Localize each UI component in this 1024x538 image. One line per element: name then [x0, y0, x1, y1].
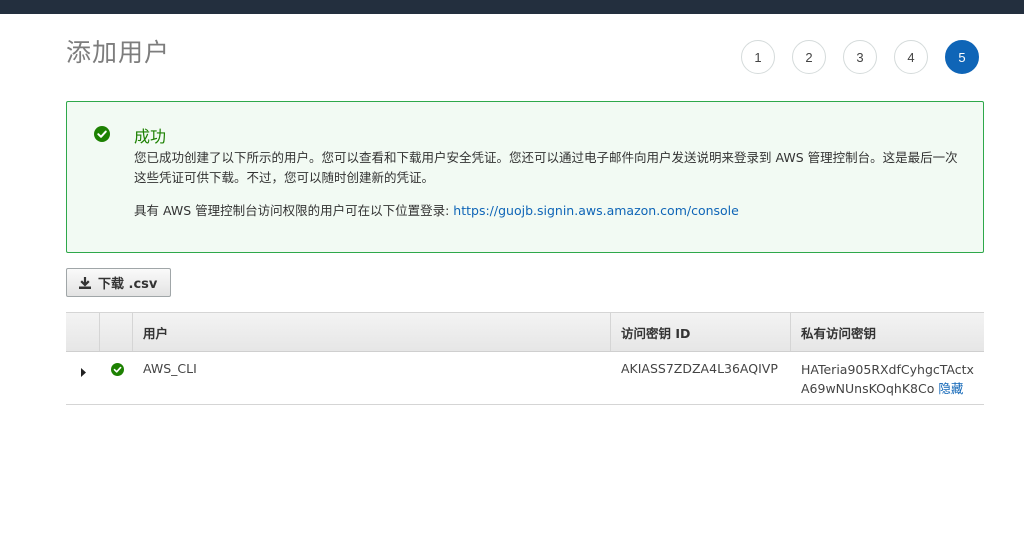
table-header: 用户 访问密钥 ID 私有访问密钥	[66, 312, 984, 352]
header-access-key-id: 访问密钥 ID	[611, 313, 791, 351]
caret-right-icon	[81, 368, 86, 377]
page-title: 添加用户	[66, 38, 171, 67]
hide-secret-link[interactable]: 隐藏	[938, 381, 963, 396]
user-name-cell: AWS_CLI	[143, 361, 197, 376]
access-key-id-cell: AKIASS7ZDZA4L36AQIVP	[621, 361, 778, 376]
user-credentials-table: 用户 访问密钥 ID 私有访问密钥 AWS_CLI AKIASS7ZDZA4L3…	[66, 312, 984, 405]
download-csv-label: 下载 .csv	[98, 277, 158, 292]
secret-key-line-2-wrapper: A69wNUnsKOqhK8Co 隐藏	[801, 379, 984, 398]
secret-key-cell: HATeria905RXdfCyhgcTActx A69wNUnsKOqhK8C…	[791, 352, 984, 404]
header-user: 用户	[133, 313, 611, 351]
wizard-steps: 1 2 3 4 5	[741, 40, 979, 74]
header-status-column	[100, 313, 133, 351]
console-login-prefix: 具有 AWS 管理控制台访问权限的用户可在以下位置登录:	[134, 203, 454, 218]
step-5-button[interactable]: 5	[945, 40, 979, 74]
download-icon	[79, 276, 91, 289]
header-secret-key: 私有访问密钥	[801, 325, 877, 341]
row-status	[100, 352, 133, 404]
secret-key-line-2: A69wNUnsKOqhK8Co	[801, 381, 935, 396]
alert-title: 成功	[134, 127, 167, 146]
success-check-icon	[94, 126, 110, 142]
expand-row-toggle[interactable]	[66, 352, 100, 404]
alert-message: 您已成功创建了以下所示的用户。您可以查看和下载用户安全凭证。您还可以通过电子邮件…	[134, 150, 958, 185]
step-3-button[interactable]: 3	[843, 40, 877, 74]
alert-body: 您已成功创建了以下所示的用户。您可以查看和下载用户安全凭证。您还可以通过电子邮件…	[134, 148, 964, 221]
console-login-link[interactable]: https://guojb.signin.aws.amazon.com/cons…	[453, 203, 739, 218]
step-4-button[interactable]: 4	[894, 40, 928, 74]
header-expand-column	[66, 313, 100, 351]
step-1-button[interactable]: 1	[741, 40, 775, 74]
download-csv-button[interactable]: 下载 .csv	[66, 268, 171, 297]
step-2-button[interactable]: 2	[792, 40, 826, 74]
success-check-icon	[111, 363, 124, 376]
table-row: AWS_CLI AKIASS7ZDZA4L36AQIVP HATeria905R…	[66, 352, 984, 405]
success-alert: 成功 您已成功创建了以下所示的用户。您可以查看和下载用户安全凭证。您还可以通过电…	[66, 101, 984, 253]
top-navigation-bar	[0, 0, 1024, 14]
secret-key-line-1: HATeria905RXdfCyhgcTActx	[801, 362, 974, 377]
console-login-info: 具有 AWS 管理控制台访问权限的用户可在以下位置登录: https://guo…	[134, 201, 964, 221]
